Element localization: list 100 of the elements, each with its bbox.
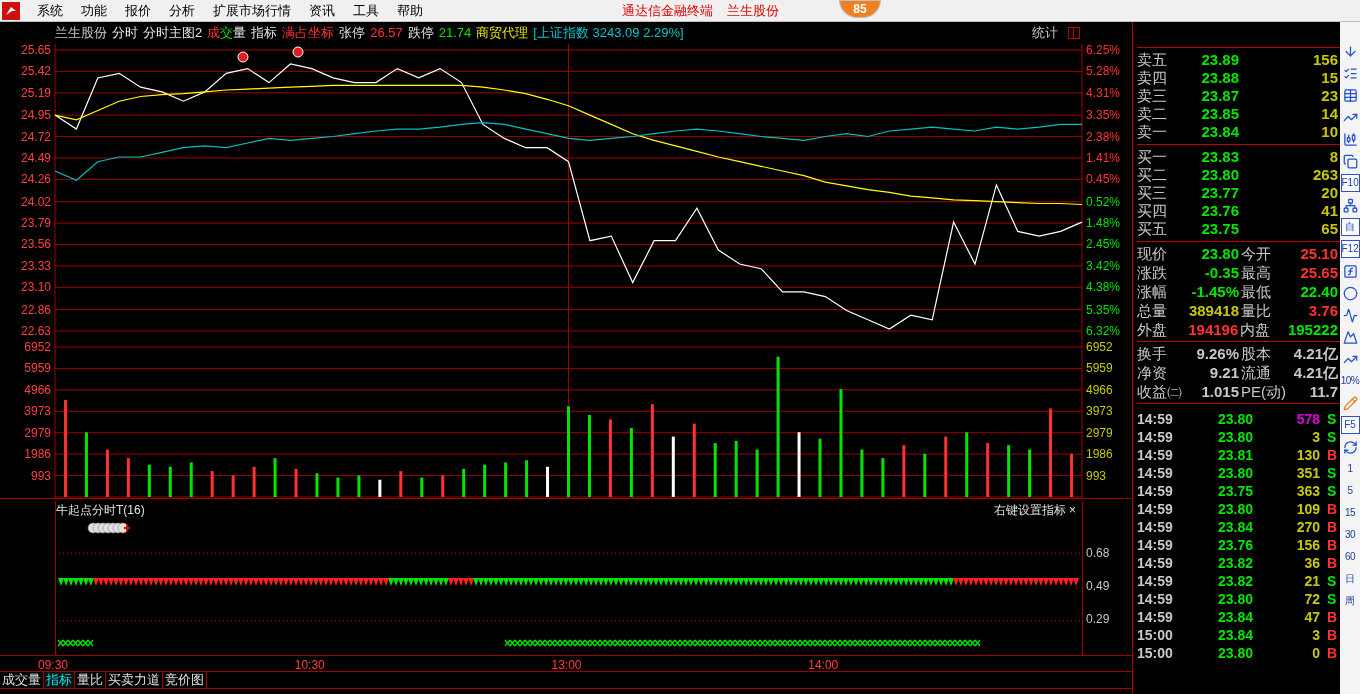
volume-bar [860, 449, 864, 497]
indicator-tick-label: 0.49 [1086, 579, 1110, 593]
menu-item[interactable]: 分析 [160, 0, 204, 21]
indicator-settings-hint[interactable]: 右键设置指标 [994, 501, 1066, 519]
trade-side: B [1327, 554, 1338, 572]
volume-bar [357, 475, 361, 497]
volume-bar [210, 471, 214, 497]
volume-bar [881, 458, 885, 497]
trade-side: S [1327, 410, 1337, 428]
trade-price: 23.80 [1216, 428, 1253, 446]
volume-axis-label: 6952 [1086, 340, 1113, 354]
stat-label: 收益㈡ [1137, 382, 1183, 401]
bid-price: 23.80 [1200, 166, 1239, 184]
stat-label: 内盘 [1240, 320, 1272, 339]
percent-label: 6.25% [1086, 43, 1121, 57]
bid-label: 买三 [1137, 184, 1168, 202]
header-label: 张停 [339, 24, 366, 43]
circle-icon[interactable] [1341, 284, 1359, 302]
bid-volume: 65 [1321, 220, 1338, 238]
bid-volume: 8 [1329, 148, 1338, 166]
trade-volume: 156 [1295, 536, 1320, 554]
volume-bar [902, 445, 906, 497]
stat-label: 净资 [1137, 363, 1168, 382]
panel-toggle-icon[interactable] [1068, 27, 1080, 39]
volume-bar [336, 477, 340, 497]
volume-bar [126, 458, 130, 497]
volume-bar [294, 468, 298, 497]
stat-label: 最高 [1241, 263, 1272, 282]
volume-axis-label: 1986 [1086, 447, 1113, 462]
menu-item[interactable]: 扩展市场行情 [204, 0, 300, 21]
menu-item[interactable]: 工具 [344, 0, 388, 21]
price-tick-label: 24.95 [20, 108, 51, 123]
toolbar-button[interactable]: 5 [1347, 482, 1353, 500]
close-icon[interactable]: × [1069, 501, 1076, 519]
menu-item[interactable]: 报价 [116, 0, 160, 21]
bid-volume: 263 [1312, 166, 1338, 184]
trade-side: S [1327, 590, 1337, 608]
ask-volume: 14 [1321, 105, 1338, 123]
bid-price: 23.77 [1200, 184, 1239, 202]
trade-volume: 36 [1303, 554, 1320, 572]
header-label[interactable]: 成交量 [207, 23, 247, 43]
menu-item[interactable]: 功能 [72, 0, 116, 21]
trade-volume: 3 [1311, 626, 1320, 644]
table-icon[interactable] [1341, 86, 1359, 104]
volume-bar [629, 427, 633, 497]
toolbar-button[interactable]: 周 [1345, 592, 1355, 610]
volume-bar [797, 432, 801, 497]
pin-icon [292, 46, 304, 58]
toolbar-button[interactable]: 1 [1347, 460, 1353, 478]
price-tick-label: 25.42 [20, 64, 51, 79]
price-tick-label: 24.49 [20, 150, 51, 165]
ask-price: 23.87 [1200, 87, 1239, 105]
wave-icon[interactable] [1341, 306, 1359, 324]
chart-tab[interactable]: 买卖力道 [106, 672, 163, 688]
trade-time: 14:59 [1137, 572, 1174, 590]
refresh-icon[interactable] [1341, 438, 1359, 456]
volume-bar [84, 432, 88, 497]
stat-value: -1.45% [1190, 282, 1239, 301]
menu-item[interactable]: 帮助 [388, 0, 432, 21]
candlestick-icon[interactable] [1341, 130, 1359, 148]
volume-bar [734, 440, 738, 497]
bid-label: 买四 [1137, 202, 1168, 220]
price-tick-label: 25.65 [20, 43, 51, 57]
volume-bar [713, 443, 717, 497]
header-label: 满占坐标 [282, 24, 335, 43]
toolbar-button[interactable]: 30 [1344, 526, 1356, 544]
function-icon[interactable] [1341, 262, 1359, 280]
trade-side: B [1327, 518, 1338, 536]
bid-label: 买二 [1137, 166, 1168, 184]
toolbar-button[interactable]: 10% [1340, 372, 1360, 390]
trade-volume: 47 [1303, 608, 1320, 626]
mountain-icon[interactable] [1341, 328, 1359, 346]
toolbar-button[interactable]: 日 [1345, 570, 1355, 588]
app-logo-icon[interactable] [2, 1, 20, 20]
stat-value: 1.015 [1200, 382, 1239, 401]
volume-bar [462, 468, 466, 497]
toolbar-button[interactable]: 60 [1344, 548, 1356, 566]
trade-time: 14:59 [1137, 500, 1174, 518]
toolbar-button[interactable]: F12 [1340, 240, 1360, 258]
chart-tab[interactable]: 量比 [75, 672, 106, 688]
ask-volume: 10 [1321, 123, 1338, 141]
volume-tick-label: 1986 [24, 447, 51, 462]
trade-price: 23.80 [1216, 590, 1253, 608]
toolbar-button[interactable]: F5 [1340, 416, 1360, 434]
tree-icon[interactable] [1341, 196, 1359, 214]
toolbar-button[interactable]: 自 [1340, 218, 1360, 236]
chart-tab[interactable]: 指标 [44, 672, 75, 688]
trade-volume: 3 [1311, 428, 1320, 446]
pages-icon[interactable] [1341, 152, 1359, 170]
trade-time: 14:59 [1137, 608, 1174, 626]
ask-label: 卖二 [1137, 105, 1168, 123]
stats-link[interactable]: 统计 [1032, 23, 1058, 43]
toolbar-button[interactable]: F10 [1340, 174, 1360, 192]
header-label: 分时 [112, 24, 138, 43]
header-label: 商贸代理 [476, 24, 529, 43]
toolbar-button[interactable]: 15 [1344, 504, 1356, 522]
menu-item[interactable]: 资讯 [300, 0, 344, 21]
chart-tab[interactable]: 竞价图 [163, 672, 207, 688]
volume-bar [1070, 453, 1073, 497]
menu-item[interactable]: 系统 [28, 0, 72, 21]
